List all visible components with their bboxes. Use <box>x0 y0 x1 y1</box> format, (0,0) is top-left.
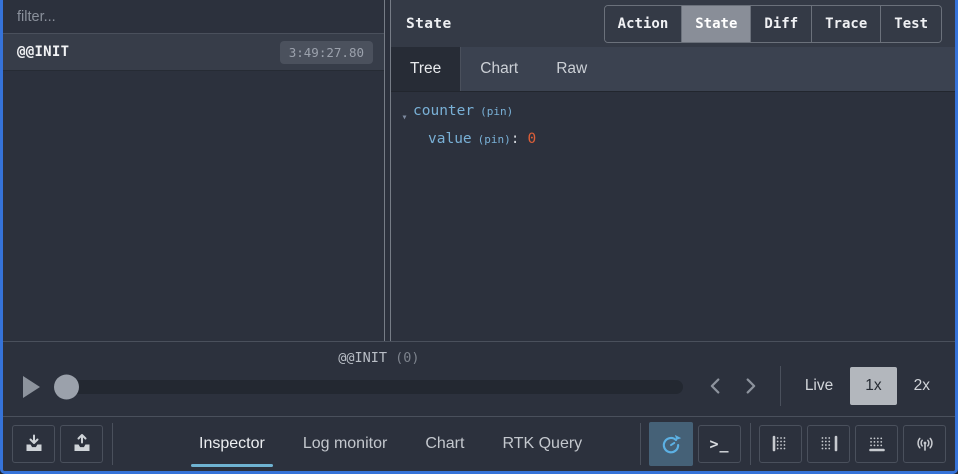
chevron-right-icon <box>739 375 761 397</box>
footer-divider <box>750 423 751 465</box>
dock-bottom-button[interactable] <box>855 425 898 463</box>
tab-trace[interactable]: Trace <box>812 6 881 42</box>
step-back-button[interactable] <box>702 372 730 400</box>
main-area: @@INIT 3:49:27.80 State Action State Dif… <box>3 0 955 341</box>
tree-node-counter[interactable]: ▾ counter (pin) <box>396 103 955 131</box>
footer-divider <box>112 423 113 465</box>
action-list-empty-space <box>3 71 384 341</box>
subtab-tree[interactable]: Tree <box>391 47 461 91</box>
terminal-button[interactable]: >_ <box>698 425 741 463</box>
play-button[interactable] <box>23 376 40 398</box>
subtab-chart[interactable]: Chart <box>461 47 537 91</box>
footer-tab-log-monitor[interactable]: Log monitor <box>303 417 388 471</box>
dock-bottom-icon <box>865 432 889 456</box>
tab-action[interactable]: Action <box>605 6 683 42</box>
state-tree-view: ▾ counter (pin) value (pin) : 0 <box>391 92 955 341</box>
footer-toolbar: Inspector Log monitor Chart RTK Query >_ <box>3 416 955 471</box>
broadcast-icon <box>913 432 937 456</box>
footer-divider <box>640 423 641 465</box>
footer-tab-chart[interactable]: Chart <box>425 417 464 471</box>
pause-recording-button[interactable] <box>649 422 693 466</box>
action-label: @@INIT <box>17 44 69 60</box>
panel-resize-divider[interactable] <box>384 0 391 341</box>
action-list-panel: @@INIT 3:49:27.80 <box>3 0 384 341</box>
position-action-name: @@INIT <box>338 350 387 366</box>
export-button[interactable] <box>60 425 103 463</box>
dock-right-button[interactable] <box>807 425 850 463</box>
import-icon <box>22 432 46 456</box>
position-label: @@INIT (0) <box>59 350 699 366</box>
footer-tab-inspector[interactable]: Inspector <box>199 417 265 471</box>
speed-2x-button[interactable]: 2x <box>903 367 941 405</box>
terminal-icon: >_ <box>709 435 729 453</box>
tree-key-value: value <box>428 131 472 147</box>
dock-left-button[interactable] <box>759 425 802 463</box>
dock-left-icon <box>769 432 793 456</box>
playback-divider <box>780 366 781 406</box>
import-button[interactable] <box>12 425 55 463</box>
filter-row <box>3 0 384 34</box>
tab-test[interactable]: Test <box>881 6 941 42</box>
timer-icon <box>658 431 684 457</box>
speed-1x-button[interactable]: 1x <box>850 367 896 405</box>
remote-button[interactable] <box>903 425 946 463</box>
key-value-separator: : <box>511 131 520 147</box>
subtab-raw[interactable]: Raw <box>537 47 606 91</box>
playback-bar: @@INIT (0) Live 1x 2x <box>3 341 955 416</box>
action-timestamp: 3:49:27.80 <box>280 41 373 64</box>
pin-annotation[interactable]: (pin) <box>478 133 511 146</box>
action-filter-input[interactable] <box>15 8 372 26</box>
action-list-item-init[interactable]: @@INIT 3:49:27.80 <box>3 34 384 71</box>
tree-expander-icon[interactable]: ▾ <box>396 112 413 123</box>
slider-thumb[interactable] <box>54 375 79 400</box>
progress-slider[interactable] <box>54 380 683 394</box>
position-index: (0) <box>395 350 419 366</box>
redux-devtools-window: @@INIT 3:49:27.80 State Action State Dif… <box>0 0 958 474</box>
footer-tab-rtk-query[interactable]: RTK Query <box>502 417 582 471</box>
tree-node-value[interactable]: value (pin) : 0 <box>428 131 955 159</box>
tab-state[interactable]: State <box>682 6 751 42</box>
tree-value-number: 0 <box>528 131 537 147</box>
tree-key-counter: counter <box>413 103 474 119</box>
monitor-tabs: Inspector Log monitor Chart RTK Query <box>199 417 582 471</box>
export-icon <box>70 432 94 456</box>
tab-diff[interactable]: Diff <box>751 6 812 42</box>
inspector-panel: State Action State Diff Trace Test Tree … <box>391 0 955 341</box>
inspector-tab-group: Action State Diff Trace Test <box>604 5 942 43</box>
inspector-header: State Action State Diff Trace Test <box>391 0 955 47</box>
inspector-title: State <box>406 16 452 32</box>
dock-right-icon <box>817 432 841 456</box>
pin-annotation[interactable]: (pin) <box>480 105 513 118</box>
chevron-left-icon <box>705 375 727 397</box>
playback-controls: Live 1x 2x <box>699 366 941 406</box>
step-forward-button[interactable] <box>736 372 764 400</box>
live-button[interactable]: Live <box>794 367 844 405</box>
state-view-subtabs: Tree Chart Raw <box>391 47 955 92</box>
footer-right-controls: >_ <box>636 422 946 466</box>
playback-slider-area: @@INIT (0) <box>19 342 699 416</box>
